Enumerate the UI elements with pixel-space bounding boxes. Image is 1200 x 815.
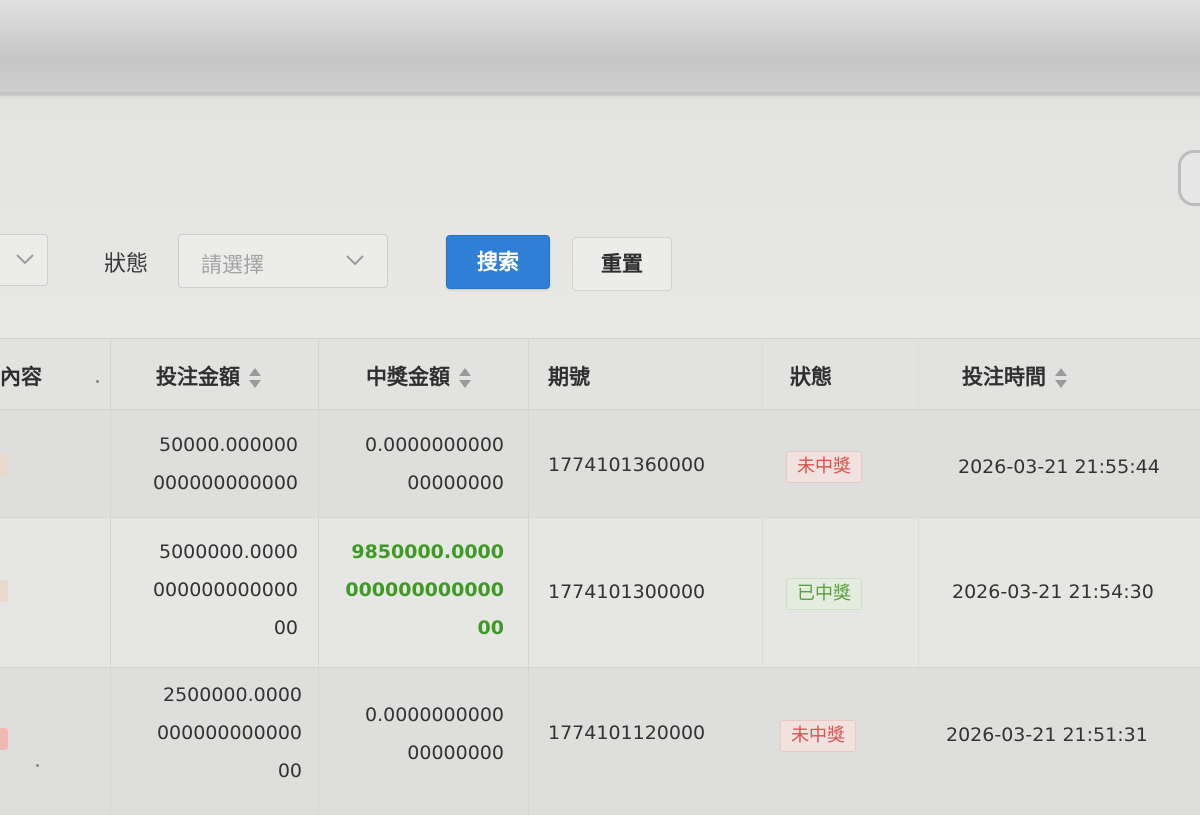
column-divider [762,338,763,815]
status-filter-label: 狀態 [104,252,149,277]
column-header-bet-amount-label: 投注金額 [156,365,240,389]
decorative-dot [36,764,39,767]
table-row[interactable]: 50000.000000 000000000000 0.0000000000 0… [0,410,1200,518]
filter-select-partial[interactable] [0,234,48,286]
row-marker [0,454,8,476]
top-header-band [0,0,1200,96]
bet-amount-cell: 5000000.0000 000000000000 00 [153,533,298,647]
bet-time-cell: 2026-03-21 21:54:30 [952,581,1154,603]
column-header-bet-time-label: 投注時間 [962,365,1046,389]
row-marker [0,580,8,602]
period-cell: 1774101120000 [548,722,706,744]
win-amount-line: 000000000000 [345,579,504,601]
win-amount-cell: 9850000.0000 000000000000 00 [345,533,504,647]
win-amount-line: 0.0000000000 [364,434,504,456]
period-cell: 1774101300000 [548,581,706,603]
column-divider [110,338,111,815]
page: 狀態 請選擇 搜索 重置 內容 投注金額 中獎金額 期號 狀態 投注時間 500… [0,0,1200,815]
reset-button[interactable]: 重置 [572,237,672,291]
bet-amount-line: 00 [277,760,302,782]
chevron-down-icon [345,252,365,271]
win-amount-line: 9850000.0000 [351,541,504,563]
bet-amount-cell: 2500000.0000 000000000000 00 [157,676,302,790]
status-badge: 已中獎 [786,578,862,610]
sort-caret-icon[interactable] [248,367,262,389]
chevron-down-icon [15,251,35,270]
search-button[interactable]: 搜索 [446,235,550,289]
column-header-content: 內容 [0,365,42,389]
bet-amount-line: 50000.000000 [158,434,298,456]
column-divider [918,338,919,815]
decorative-dot [96,380,99,383]
column-header-win-amount-label: 中獎金額 [366,365,450,389]
bet-time-cell: 2026-03-21 21:51:31 [946,724,1148,746]
win-amount-cell: 0.0000000000 00000000 [365,696,504,772]
bet-amount-line: 000000000000 [156,722,302,744]
column-divider [318,338,319,815]
bet-amount-line: 00 [273,617,298,639]
column-header-period: 期號 [548,365,590,389]
status-select-placeholder: 請選擇 [201,253,264,277]
table-row[interactable]: 5000000.0000 000000000000 00 9850000.000… [0,518,1200,668]
table-row[interactable]: 2500000.0000 000000000000 00 0.000000000… [0,668,1200,815]
table-header: 內容 投注金額 中獎金額 期號 狀態 投注時間 [0,338,1200,410]
win-amount-line: 00000000 [407,472,504,494]
row-marker [0,728,8,750]
sort-caret-icon[interactable] [1054,367,1068,389]
bet-amount-line: 5000000.0000 [158,541,298,563]
win-amount-line: 00000000 [407,742,504,764]
bet-amount-line: 000000000000 [152,579,298,601]
period-cell: 1774101360000 [548,454,706,476]
column-divider [528,338,529,815]
edge-control[interactable] [1178,150,1200,206]
status-badge: 未中獎 [780,720,856,752]
filter-bar: 狀態 請選擇 搜索 重置 [0,226,1200,296]
win-amount-cell: 0.0000000000 00000000 [365,426,504,502]
sort-caret-icon[interactable] [458,367,472,389]
bet-records-table: 內容 投注金額 中獎金額 期號 狀態 投注時間 50000.000000 000… [0,338,1200,815]
status-select[interactable]: 請選擇 [178,234,388,288]
column-header-win-amount[interactable]: 中獎金額 [366,361,472,391]
bet-amount-line: 000000000000 [152,472,298,494]
column-header-status: 狀態 [790,365,832,389]
column-header-bet-time[interactable]: 投注時間 [962,361,1068,391]
bet-amount-line: 2500000.0000 [162,684,302,706]
header-shadow [0,92,1200,98]
bet-amount-cell: 50000.000000 000000000000 [153,426,298,502]
status-badge: 未中獎 [786,451,862,483]
bet-time-cell: 2026-03-21 21:55:44 [958,456,1160,478]
column-header-bet-amount[interactable]: 投注金額 [156,361,262,391]
win-amount-line: 00 [477,617,504,639]
win-amount-line: 0.0000000000 [364,704,504,726]
